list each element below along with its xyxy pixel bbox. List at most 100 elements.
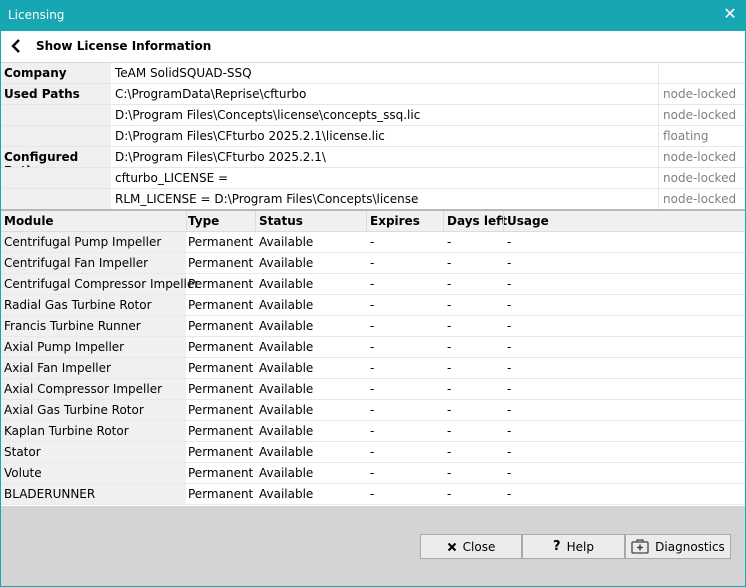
column-header-module[interactable]: Module [4,214,54,228]
table-row[interactable]: Axial Pump Impeller Permanent Available - - - [1,337,745,358]
window-title: Licensing [8,8,65,22]
status-cell: Available [259,466,314,480]
diagnostics-button[interactable]: Diagnostics [625,534,731,559]
expires-cell: - [370,277,375,291]
column-header-status[interactable]: Status [259,214,303,228]
expires-cell: - [370,424,375,438]
type-cell: Permanent [188,382,254,396]
table-row[interactable]: Centrifugal Pump Impeller Permanent Availa… [1,232,745,253]
expires-cell: - [370,466,375,480]
type-cell: Permanent [188,277,254,291]
status-cell: Available [259,445,314,459]
column-header-days-left[interactable]: Days left [447,214,507,228]
usage-cell: - [507,298,512,312]
days-left-cell: - [447,256,452,270]
usage-cell: - [507,319,512,333]
column-divider [255,211,256,232]
table-row[interactable]: Centrifugal Fan Impeller Permanent Availab… [1,253,745,274]
days-left-cell: - [447,382,452,396]
type-cell: Permanent [188,424,254,438]
status-cell: Available [259,424,314,438]
type-cell: Permanent [188,319,254,333]
usage-cell: - [507,424,512,438]
usage-cell: - [507,277,512,291]
column-divider [186,211,187,232]
column-divider [443,211,444,232]
days-left-cell: - [447,403,452,417]
days-left-cell: - [447,466,452,480]
status-cell: Available [259,487,314,501]
table-row[interactable]: Axial Compressor Impeller Permanent Availa… [1,379,745,400]
days-left-cell: - [447,319,452,333]
module-name-cell: Axial Pump Impeller [1,337,186,357]
info-value: cfturbo_LICENSE = [115,171,229,185]
info-label: Used Paths [1,84,111,104]
module-name-cell: Volute [1,463,186,483]
module-name-cell: Axial Compressor Impeller [1,379,186,399]
chevron-left-icon[interactable] [9,38,23,54]
info-row-configured-path: cfturbo_LICENSE = node-locked [1,167,745,188]
status-cell: Available [259,298,314,312]
days-left-cell: - [447,298,452,312]
question-icon: ? [553,539,561,554]
modules-table: Module Type Status Expires Days left Usa… [1,211,745,506]
module-name-cell: Axial Gas Turbine Rotor [1,400,186,420]
info-value: D:\Program Files\CFturbo 2025.2.1\ [115,150,326,164]
info-type: node-locked [658,168,745,188]
table-row[interactable]: Centrifugal Compressor Impeller Permanent… [1,274,745,295]
module-name-cell: Kaplan Turbine Rotor [1,421,186,441]
info-label [1,126,111,146]
type-cell: Permanent [188,298,254,312]
table-row[interactable]: Axial Fan Impeller Permanent Available - - - [1,358,745,379]
usage-cell: - [507,466,512,480]
dialog-footer: Close ? Help Diagnostics [1,506,745,586]
status-cell: Available [259,403,314,417]
days-left-cell: - [447,340,452,354]
table-row[interactable]: Kaplan Turbine Rotor Permanent Available - -… [1,421,745,442]
modules-table-header: Module Type Status Expires Days left Usa… [1,211,745,232]
help-button-label: Help [566,539,594,554]
info-row-configured-path: Configured Paths D:\Program Files\CFturb… [1,146,745,178]
column-divider [503,211,504,232]
info-type: node-locked [658,105,745,125]
table-row[interactable]: BLADERUNNER Permanent Available - - - [1,484,745,505]
type-cell: Permanent [188,445,254,459]
close-button[interactable]: Close [420,534,522,559]
expires-cell: - [370,256,375,270]
info-label [1,168,111,188]
module-name-cell: Centrifugal Fan Impeller [1,253,186,273]
type-cell: Permanent [188,403,254,417]
status-cell: Available [259,340,314,354]
info-row-company: Company TeAM SolidSQUAD-SSQ [1,62,745,83]
info-value: C:\ProgramData\Reprise\cfturbo [115,87,307,101]
type-cell: Permanent [188,361,254,375]
table-row[interactable]: Axial Gas Turbine Rotor Permanent Availabl… [1,400,745,421]
window-close-icon[interactable]: ✕ [722,5,738,23]
help-button[interactable]: ? Help [522,534,625,559]
expires-cell: - [370,298,375,312]
table-row[interactable]: Stator Permanent Available - - - [1,442,745,463]
module-name-cell: Francis Turbine Runner [1,316,186,336]
days-left-cell: - [447,277,452,291]
module-name-cell: BLADERUNNER [1,484,186,504]
usage-cell: - [507,403,512,417]
expires-cell: - [370,340,375,354]
type-cell: Permanent [188,487,254,501]
column-header-usage[interactable]: Usage [507,214,549,228]
info-type: node-locked [658,84,745,104]
column-header-expires[interactable]: Expires [370,214,420,228]
status-cell: Available [259,256,314,270]
table-row[interactable]: Radial Gas Turbine Rotor Permanent Availab… [1,295,745,316]
table-row[interactable]: Volute Permanent Available - - - [1,463,745,484]
medical-kit-icon [631,539,649,554]
column-header-type[interactable]: Type [188,214,219,228]
module-name-cell: Centrifugal Pump Impeller [1,232,186,252]
info-row-used-path: Used Paths C:\ProgramData\Reprise\cfturb… [1,83,745,104]
table-row[interactable]: Francis Turbine Runner Permanent Available… [1,316,745,337]
module-name-cell: Radial Gas Turbine Rotor [1,295,186,315]
expires-cell: - [370,487,375,501]
status-cell: Available [259,382,314,396]
usage-cell: - [507,487,512,501]
usage-cell: - [507,340,512,354]
info-row-configured-path: RLM_LICENSE = D:\Program Files\Concepts\… [1,188,745,209]
